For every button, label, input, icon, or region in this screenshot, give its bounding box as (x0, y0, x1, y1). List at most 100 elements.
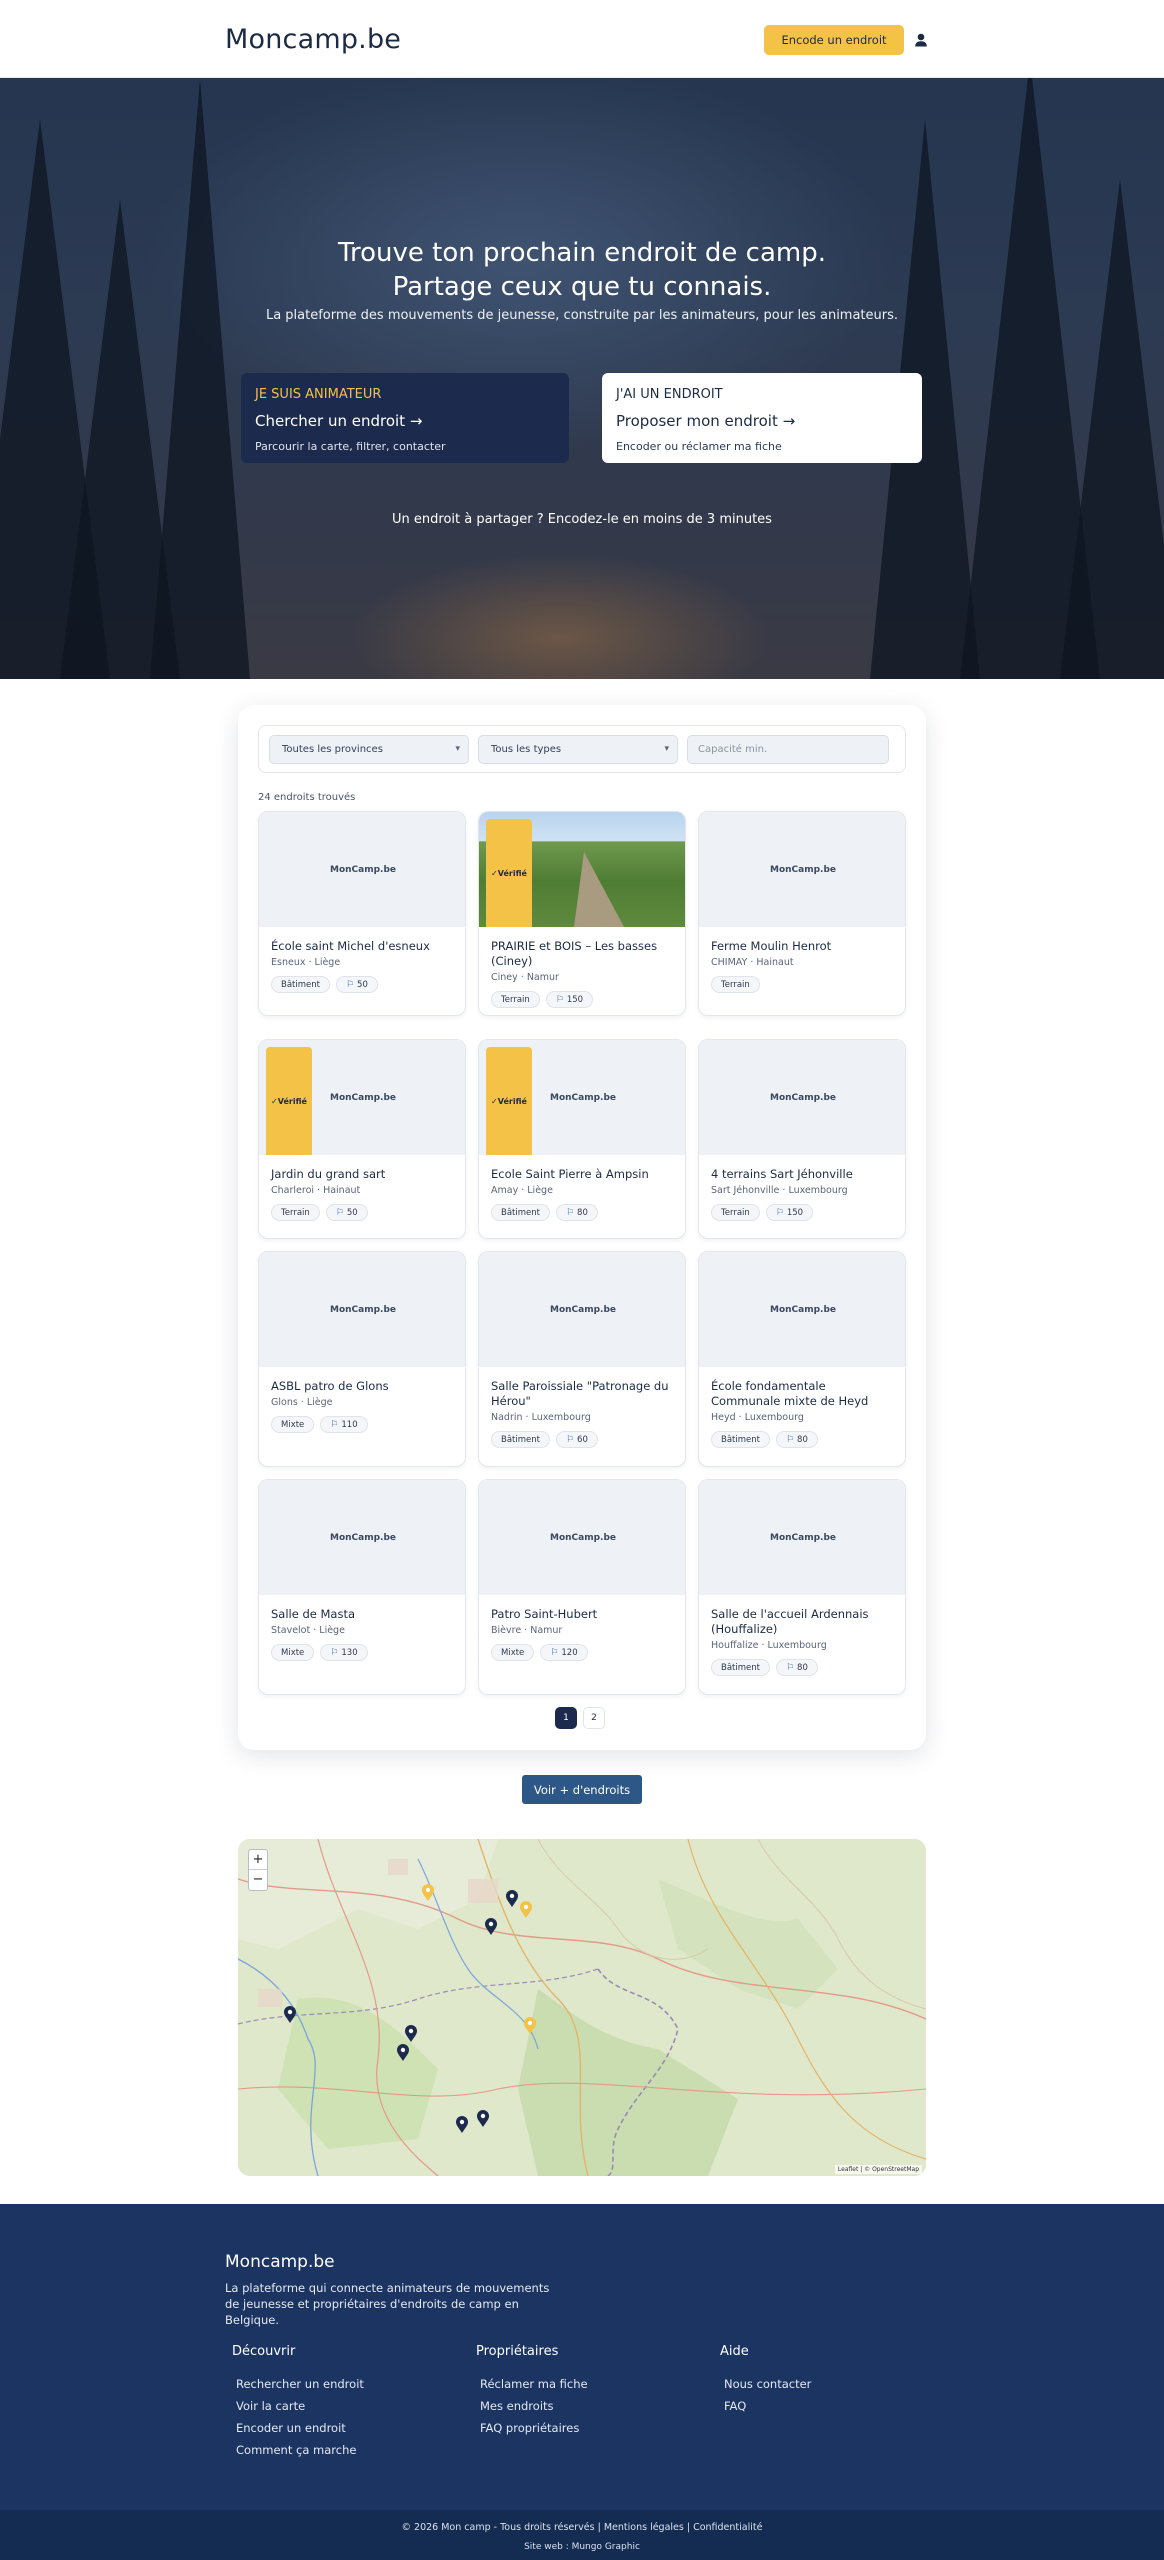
place-card[interactable]: MonCamp.be École saint Michel d'esneux Esn… (258, 811, 466, 1016)
place-card[interactable]: MonCamp.be Ferme Moulin Henrot CHIMAY · Ha… (698, 811, 906, 1016)
place-name[interactable]: Salle de l'accueil Ardennais (Houffalize… (711, 1607, 897, 1637)
footer-link-map[interactable]: Voir la carte (236, 2399, 364, 2413)
place-location: Esneux · Liège (271, 957, 341, 968)
map-marker-verified-icon[interactable] (523, 2017, 537, 2035)
place-name[interactable]: ASBL patro de Glons (271, 1379, 457, 1394)
filter-bar: Toutes les provinces ▾ Tous les types ▾ … (258, 725, 906, 773)
owner-card-title: Proposer mon endroit → (616, 412, 796, 430)
page-2-button[interactable]: 2 (583, 1707, 605, 1729)
map-marker-icon[interactable] (505, 1890, 519, 1908)
province-select-value: Toutes les provinces (282, 744, 383, 755)
map-marker-icon[interactable] (484, 1918, 498, 1936)
province-select[interactable]: Toutes les provinces ▾ (269, 735, 469, 764)
place-thumbnail[interactable]: MonCamp.be (699, 1252, 905, 1367)
page-1-button[interactable]: 1 (555, 1707, 577, 1729)
zoom-out-button[interactable]: − (249, 1870, 267, 1890)
type-select[interactable]: Tous les types ▾ (478, 735, 678, 764)
site-logo[interactable]: Moncamp.be (225, 24, 401, 55)
place-thumbnail[interactable]: MonCamp.be (479, 1480, 685, 1595)
capacity-tag: ⚐ 130 (320, 1644, 368, 1661)
type-tag: Terrain (271, 1204, 320, 1221)
place-card[interactable]: MonCamp.be Salle de Masta Stavelot · Liège… (258, 1479, 466, 1695)
place-name[interactable]: Ferme Moulin Henrot (711, 939, 897, 954)
place-card[interactable]: MonCamp.be ASBL patro de Glons Glons · Liè… (258, 1251, 466, 1467)
animator-card-eyebrow: JE SUIS ANIMATEUR (255, 387, 382, 402)
place-name[interactable]: Ecole Saint Pierre à Ampsin (491, 1167, 677, 1182)
place-card[interactable]: MonCamp.be École fondamentale Communale m… (698, 1251, 906, 1467)
user-icon[interactable] (912, 31, 930, 49)
footer-link-encode[interactable]: Encoder un endroit (236, 2421, 364, 2435)
place-thumbnail[interactable]: MonCamp.be (479, 1252, 685, 1367)
copyright-text[interactable]: © 2026 Mon camp - Tous droits réservés |… (0, 2522, 1164, 2533)
place-card[interactable]: MonCamp.be Salle de l'accueil Ardennais (… (698, 1479, 906, 1695)
place-name[interactable]: École fondamentale Communale mixte de He… (711, 1379, 897, 1409)
map-marker-verified-icon[interactable] (421, 1884, 435, 1902)
chevron-down-icon: ▾ (455, 744, 460, 754)
place-tags: Bâtiment ⚐ 80 (711, 1431, 818, 1448)
place-thumbnail[interactable]: ✓Vérifié (479, 812, 685, 927)
places-map[interactable]: + − Leaflet | © OpenStreetMap (238, 1839, 926, 2176)
encode-place-button[interactable]: Encode un endroit (764, 25, 904, 55)
place-card[interactable]: MonCamp.be 4 terrains Sart Jéhonville Sart… (698, 1039, 906, 1239)
capacity-tag: ⚐ 80 (775, 1431, 818, 1448)
capacity-input[interactable]: Capacité min. (687, 735, 889, 764)
see-more-button[interactable]: Voir + d'endroits (522, 1775, 642, 1804)
footer-link-how-it-works[interactable]: Comment ça marche (236, 2443, 364, 2457)
place-card[interactable]: MonCamp.be Salle Paroissiale "Patronage d… (478, 1251, 686, 1467)
map-marker-icon[interactable] (404, 2025, 418, 2043)
map-marker-icon[interactable] (476, 2110, 490, 2128)
place-location: Sart Jéhonville · Luxembourg (711, 1185, 848, 1196)
place-thumbnail[interactable]: MonCamp.be (699, 812, 905, 927)
placeholder-logo: MonCamp.be (769, 1092, 836, 1103)
map-marker-verified-icon[interactable] (519, 1901, 533, 1919)
place-card[interactable]: ✓Vérifié PRAIRIE et BOIS – Les basses (Ci… (478, 811, 686, 1016)
placeholder-logo: MonCamp.be (769, 864, 836, 875)
place-location: CHIMAY · Hainaut (711, 957, 794, 968)
credits-text[interactable]: Site web : Mungo Graphic (0, 2542, 1164, 2552)
place-name[interactable]: École saint Michel d'esneux (271, 939, 457, 954)
place-thumbnail[interactable]: MonCamp.be (699, 1480, 905, 1595)
place-name[interactable]: 4 terrains Sart Jéhonville (711, 1167, 897, 1182)
map-marker-icon[interactable] (283, 2006, 297, 2024)
place-card[interactable]: MonCamp.be Patro Saint-Hubert Bièvre · Nam… (478, 1479, 686, 1695)
type-tag: Bâtiment (271, 976, 330, 993)
people-icon: ⚐ (785, 1434, 795, 1445)
place-name[interactable]: PRAIRIE et BOIS – Les basses (Ciney) (491, 939, 677, 969)
footer-link-claim[interactable]: Réclamer ma fiche (480, 2377, 588, 2391)
place-thumbnail[interactable]: MonCamp.be (259, 812, 465, 927)
footer-link-faq[interactable]: FAQ (724, 2399, 811, 2413)
place-thumbnail[interactable]: MonCamp.be ✓Vérifié (259, 1040, 465, 1155)
place-thumbnail[interactable]: MonCamp.be (259, 1252, 465, 1367)
footer-link-owner-faq[interactable]: FAQ propriétaires (480, 2421, 588, 2435)
capacity-tag: ⚐ 50 (325, 1204, 368, 1221)
capacity-tag: ⚐ 150 (545, 991, 594, 1008)
place-name[interactable]: Jardin du grand sart (271, 1167, 457, 1182)
map-marker-icon[interactable] (396, 2044, 410, 2062)
place-name[interactable]: Salle Paroissiale "Patronage du Hérou" (491, 1379, 677, 1409)
place-thumbnail[interactable]: MonCamp.be (259, 1480, 465, 1595)
place-thumbnail[interactable]: MonCamp.be ✓Vérifié (479, 1040, 685, 1155)
hero-encode-link[interactable]: Un endroit à partager ? Encodez-le en mo… (0, 512, 1164, 527)
place-card[interactable]: MonCamp.be ✓Vérifié Jardin du grand sart Ch… (258, 1039, 466, 1239)
footer-link-contact[interactable]: Nous contacter (724, 2377, 811, 2391)
owner-card[interactable]: J'AI UN ENDROIT Proposer mon endroit → E… (602, 373, 922, 463)
capacity-value: 110 (341, 1419, 358, 1430)
place-thumbnail[interactable]: MonCamp.be (699, 1040, 905, 1155)
map-attribution[interactable]: Leaflet | © OpenStreetMap (834, 2165, 922, 2174)
place-name[interactable]: Salle de Masta (271, 1607, 457, 1622)
people-icon: ⚐ (555, 994, 564, 1005)
place-card[interactable]: MonCamp.be ✓Vérifié Ecole Saint Pierre à A… (478, 1039, 686, 1239)
place-name[interactable]: Patro Saint-Hubert (491, 1607, 677, 1622)
type-tag: Terrain (711, 976, 760, 993)
footer-link-my-places[interactable]: Mes endroits (480, 2399, 588, 2413)
map-marker-icon[interactable] (455, 2116, 469, 2134)
chevron-down-icon: ▾ (664, 744, 669, 754)
place-location: Heyd · Luxembourg (711, 1412, 804, 1423)
footer-link-search[interactable]: Rechercher un endroit (236, 2377, 364, 2391)
zoom-in-button[interactable]: + (249, 1850, 267, 1870)
hero-title-line-1: Trouve ton prochain endroit de camp. (337, 238, 827, 268)
capacity-value: 80 (797, 1662, 808, 1673)
hero-title: Trouve ton prochain endroit de camp. Par… (0, 236, 1164, 304)
animator-card[interactable]: JE SUIS ANIMATEUR Chercher un endroit → … (241, 373, 569, 463)
capacity-tag: ⚐ 110 (320, 1416, 368, 1433)
